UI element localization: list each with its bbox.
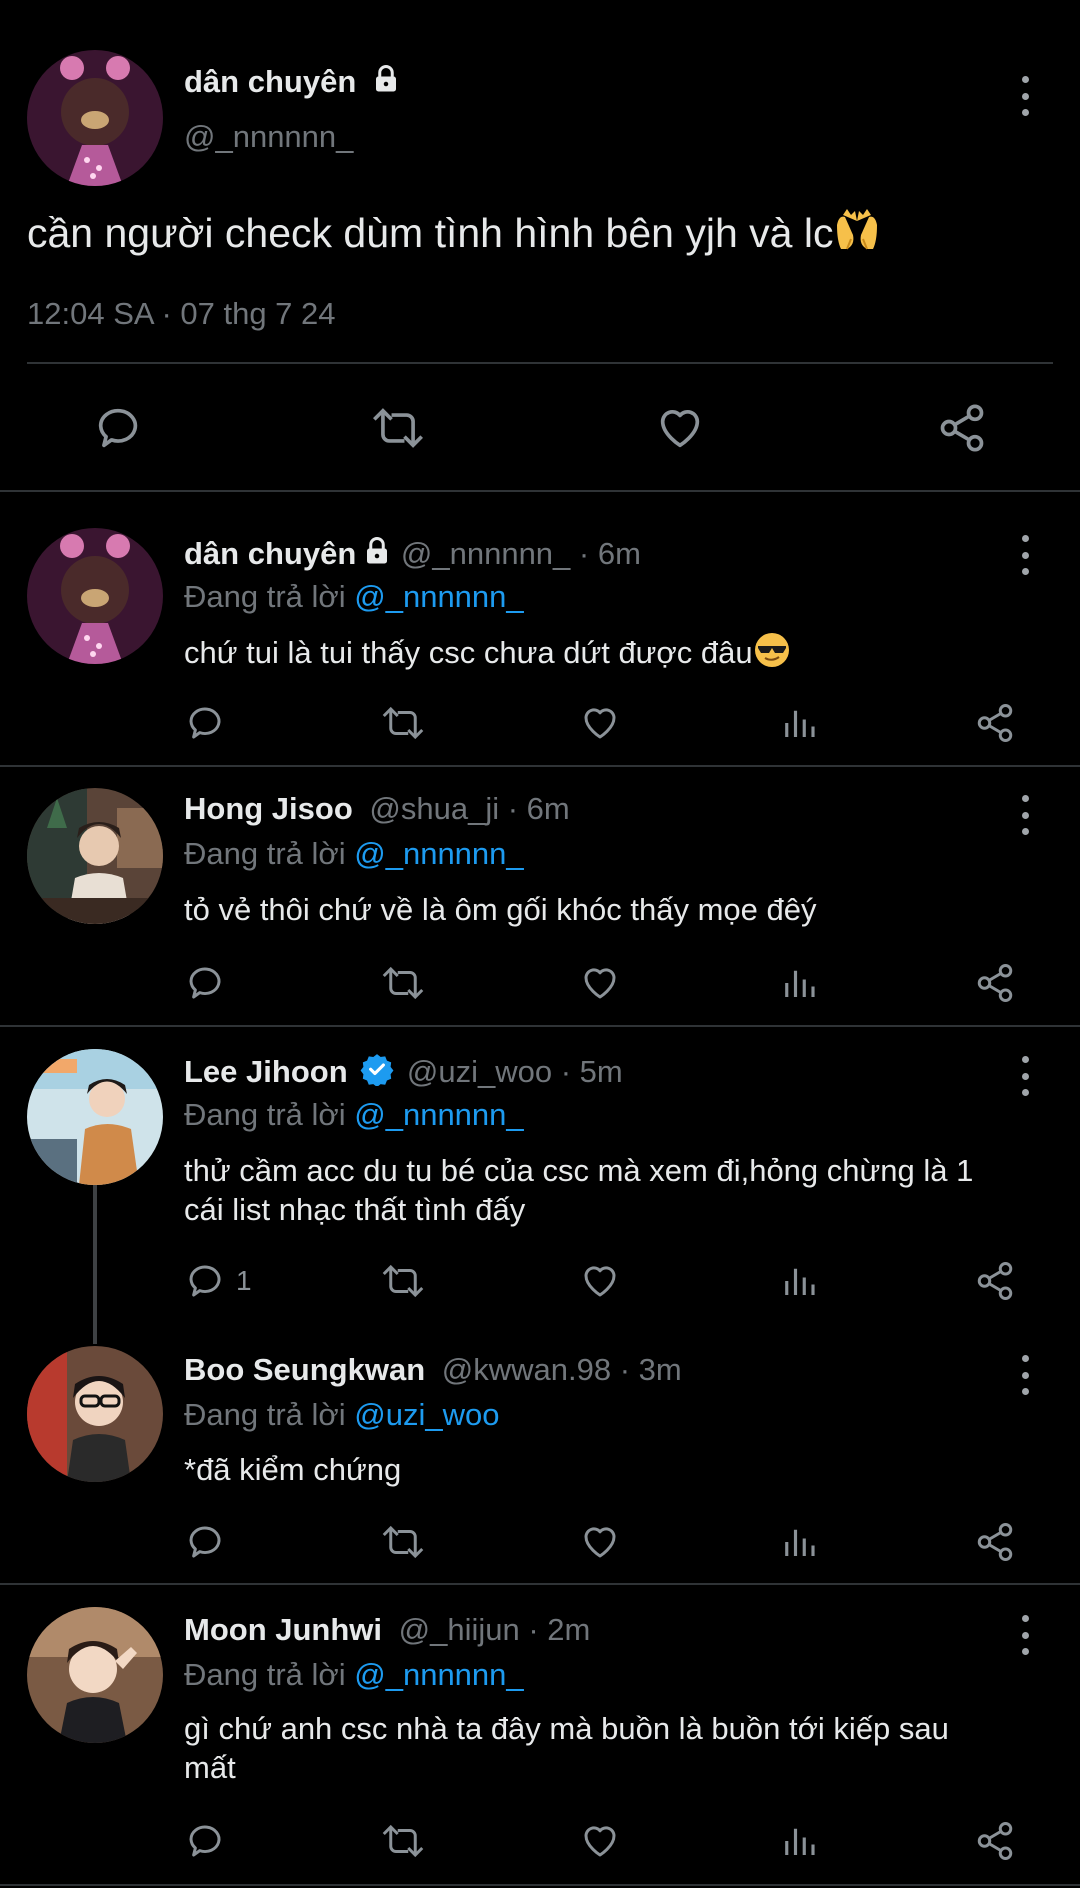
like-icon[interactable]	[579, 1260, 621, 1302]
display-name[interactable]: Moon Junhwi	[184, 1612, 382, 1647]
display-name[interactable]: Boo Seungkwan	[184, 1352, 425, 1387]
handle[interactable]: @_nnnnnn_	[184, 117, 353, 157]
avatar[interactable]	[27, 50, 163, 186]
replying-label: Đang trả lời	[184, 836, 346, 871]
reply-count: 1	[236, 1265, 252, 1296]
replying-to-link[interactable]: @uzi_woo	[354, 1397, 499, 1432]
lock-icon	[362, 536, 392, 576]
tweet-text-line: gì chứ anh csc nhà ta đây mà buồn là buồ…	[184, 1711, 949, 1746]
time: · 6m	[507, 791, 570, 826]
display-name[interactable]: dân chuyên	[184, 64, 356, 99]
divider	[0, 1884, 1080, 1886]
tweet-text: *đã kiểm chứng	[184, 1452, 402, 1487]
verified-badge-icon	[360, 1052, 394, 1096]
tweet-text-line: cái list nhạc thất tình đấy	[184, 1192, 526, 1227]
share-icon[interactable]	[936, 402, 988, 454]
avatar[interactable]	[27, 1346, 163, 1482]
retweet-icon[interactable]	[380, 1260, 426, 1302]
analytics-icon[interactable]	[778, 1820, 820, 1862]
replying-label: Đang trả lời	[184, 1397, 346, 1432]
more-options-icon[interactable]	[1013, 535, 1037, 575]
like-icon[interactable]	[654, 402, 706, 454]
tweet-text-line: mất	[184, 1750, 236, 1785]
analytics-icon[interactable]	[778, 702, 820, 744]
avatar[interactable]	[27, 528, 163, 664]
tweet-text-line: thử cầm acc du tu bé của csc mà xem đi,h…	[184, 1153, 974, 1188]
more-options-icon[interactable]	[1013, 795, 1037, 835]
divider	[0, 1025, 1080, 1027]
avatar[interactable]	[27, 1607, 163, 1743]
avatar[interactable]	[27, 788, 163, 924]
handle[interactable]: @_nnnnnn_	[401, 536, 570, 571]
divider	[27, 362, 1053, 364]
tweet-text: chứ tui là tui thấy csc chưa dứt được đâ…	[184, 635, 753, 670]
more-options-icon[interactable]	[1013, 1056, 1037, 1096]
share-icon[interactable]	[974, 702, 1016, 744]
share-icon[interactable]	[974, 962, 1016, 1004]
handle[interactable]: @uzi_woo	[407, 1054, 552, 1089]
handle[interactable]: @shua_ji	[369, 791, 499, 826]
thread-line	[93, 1184, 97, 1344]
retweet-icon[interactable]	[380, 962, 426, 1004]
time: · 6m	[578, 536, 641, 571]
reply-icon[interactable]	[184, 1820, 226, 1862]
time: · 5m	[560, 1054, 623, 1089]
replying-label: Đang trả lời	[184, 579, 346, 614]
handle[interactable]: @kwwan.98	[442, 1352, 611, 1387]
share-icon[interactable]	[974, 1820, 1016, 1862]
share-icon[interactable]	[974, 1521, 1016, 1563]
analytics-icon[interactable]	[778, 1521, 820, 1563]
retweet-icon[interactable]	[380, 1521, 426, 1563]
display-name[interactable]: Hong Jisoo	[184, 791, 353, 826]
replying-label: Đang trả lời	[184, 1657, 346, 1692]
sunglasses-face-icon	[753, 631, 791, 679]
timestamp[interactable]: 12:04 SA · 07 thg 7 24	[27, 294, 336, 334]
more-options-icon[interactable]	[1013, 76, 1037, 116]
avatar[interactable]	[27, 1049, 163, 1185]
reply-icon[interactable]	[184, 1260, 226, 1302]
time: · 3m	[619, 1352, 682, 1387]
like-icon[interactable]	[579, 962, 621, 1004]
like-icon[interactable]	[579, 1521, 621, 1563]
replying-to-link[interactable]: @_nnnnnn_	[354, 579, 523, 614]
display-name[interactable]: Lee Jihoon	[184, 1054, 348, 1089]
reply-icon[interactable]	[92, 402, 144, 454]
replying-to-link[interactable]: @_nnnnnn_	[354, 1657, 523, 1692]
tweet-text: tỏ vẻ thôi chứ về là ôm gối khóc thấy mọ…	[184, 892, 817, 927]
divider	[0, 765, 1080, 767]
lock-icon	[371, 64, 401, 104]
divider	[0, 490, 1080, 492]
share-icon[interactable]	[974, 1260, 1016, 1302]
retweet-icon[interactable]	[380, 702, 426, 744]
like-icon[interactable]	[579, 702, 621, 744]
handle[interactable]: @_hiijun	[399, 1612, 520, 1647]
more-options-icon[interactable]	[1013, 1355, 1037, 1395]
divider	[0, 1583, 1080, 1585]
analytics-icon[interactable]	[778, 1260, 820, 1302]
replying-to-link[interactable]: @_nnnnnn_	[354, 1097, 523, 1132]
time: · 2m	[528, 1612, 591, 1647]
replying-label: Đang trả lời	[184, 1097, 346, 1132]
more-options-icon[interactable]	[1013, 1615, 1037, 1655]
tweet-text: cần người check dùm tình hình bên yjh và…	[27, 210, 834, 256]
reply-icon[interactable]	[184, 702, 226, 744]
reply-icon[interactable]	[184, 1521, 226, 1563]
like-icon[interactable]	[579, 1820, 621, 1862]
display-name[interactable]: dân chuyên	[184, 536, 356, 571]
retweet-icon[interactable]	[380, 1820, 426, 1862]
analytics-icon[interactable]	[778, 962, 820, 1004]
palms-up-together-icon	[833, 205, 881, 266]
retweet-icon[interactable]	[370, 402, 426, 454]
replying-to-link[interactable]: @_nnnnnn_	[354, 836, 523, 871]
reply-icon[interactable]	[184, 962, 226, 1004]
